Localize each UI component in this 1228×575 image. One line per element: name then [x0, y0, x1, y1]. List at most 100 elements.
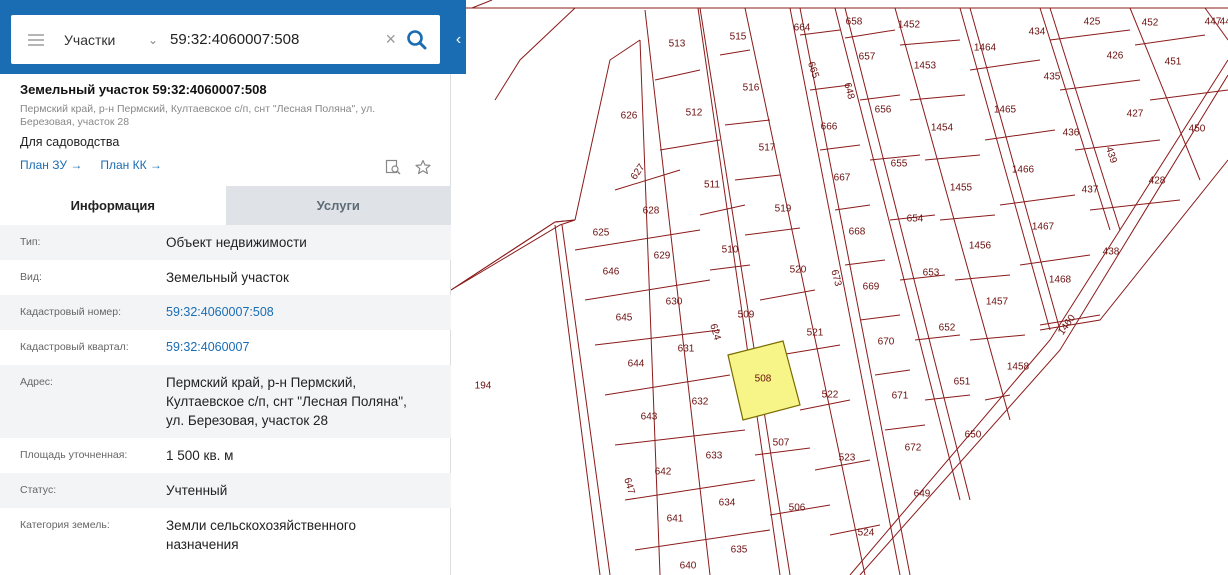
plot-label-1457[interactable]: 1457 — [986, 297, 1009, 308]
plot-label-626[interactable]: 626 — [621, 111, 638, 122]
cadastral-quarter-link[interactable]: 59:32:4060007 — [166, 330, 431, 365]
attr-key: Кадастровый квартал: — [20, 341, 129, 353]
cadastral-number-link[interactable]: 59:32:4060007:508 — [166, 295, 431, 330]
plot-label-651[interactable]: 651 — [954, 377, 971, 388]
plot-label-629[interactable]: 629 — [654, 251, 671, 262]
tab-info[interactable]: Информация — [0, 186, 226, 225]
plot-label-425[interactable]: 425 — [1084, 17, 1101, 28]
plot-label-1456[interactable]: 1456 — [969, 241, 992, 252]
plot-label-510[interactable]: 510 — [722, 245, 739, 256]
plot-label-508[interactable]: 508 — [755, 374, 772, 385]
plot-label-630[interactable]: 630 — [666, 297, 683, 308]
plot-label-668[interactable]: 668 — [849, 227, 866, 238]
plot-label-650[interactable]: 650 — [965, 430, 982, 441]
plot-label-194[interactable]: 194 — [475, 381, 492, 392]
plot-label-645[interactable]: 645 — [616, 313, 633, 324]
plot-label-521[interactable]: 521 — [807, 328, 824, 339]
plot-label-657[interactable]: 657 — [859, 52, 876, 63]
plot-label-643[interactable]: 643 — [641, 412, 658, 423]
plan-kk-link[interactable]: План КК → — [100, 158, 162, 172]
plot-label-653[interactable]: 653 — [923, 268, 940, 279]
plot-label-516[interactable]: 516 — [743, 83, 760, 94]
plot-label-655[interactable]: 655 — [891, 159, 908, 170]
star-icon[interactable] — [415, 159, 431, 175]
plot-label-511[interactable]: 511 — [704, 180, 720, 191]
plot-label-664[interactable]: 664 — [794, 23, 811, 34]
plot-label-1458[interactable]: 1458 — [1007, 362, 1030, 373]
plot-label-625[interactable]: 625 — [593, 228, 610, 239]
plot-label-515[interactable]: 515 — [730, 32, 747, 43]
plot-label-652[interactable]: 652 — [939, 323, 956, 334]
plot-label-427[interactable]: 427 — [1127, 109, 1144, 120]
plot-label-671[interactable]: 671 — [892, 391, 909, 402]
plot-label-1452[interactable]: 1452 — [898, 20, 921, 31]
plot-label-506[interactable]: 506 — [789, 503, 806, 514]
plot-label-628[interactable]: 628 — [643, 206, 660, 217]
plot-label-1465[interactable]: 1465 — [994, 105, 1017, 116]
plot-label-1454[interactable]: 1454 — [931, 123, 954, 134]
plot-label-632[interactable]: 632 — [692, 397, 709, 408]
plot-label-519[interactable]: 519 — [775, 204, 792, 215]
search-type-select[interactable]: Участки — [64, 32, 142, 48]
menu-icon[interactable] — [28, 33, 44, 46]
plot-label-666[interactable]: 666 — [821, 122, 838, 133]
plot-label-450[interactable]: 450 — [1189, 124, 1206, 135]
close-icon[interactable]: × — [385, 29, 396, 50]
plot-label-426[interactable]: 426 — [1107, 51, 1124, 62]
plot-label-646[interactable]: 646 — [603, 267, 620, 278]
plot-label-631[interactable]: 631 — [678, 344, 695, 355]
plot-label-1466[interactable]: 1466 — [1012, 165, 1035, 176]
plot-label-642[interactable]: 642 — [655, 467, 672, 478]
plot-label-523[interactable]: 523 — [839, 453, 856, 464]
plot-label-635[interactable]: 635 — [731, 545, 748, 556]
plot-label-1455[interactable]: 1455 — [950, 183, 973, 194]
address-line: Пермский край, р-н Пермский, — [166, 375, 357, 390]
attr-key: Кадастровый номер: — [20, 306, 122, 318]
search-icon[interactable] — [404, 27, 430, 53]
plot-label-435[interactable]: 435 — [1044, 72, 1061, 83]
plan-zu-link[interactable]: План ЗУ → — [20, 158, 82, 172]
plot-label-633[interactable]: 633 — [706, 451, 723, 462]
plot-label-634[interactable]: 634 — [719, 498, 736, 509]
plot-label-644[interactable]: 644 — [628, 359, 645, 370]
plot-label-522[interactable]: 522 — [822, 390, 839, 401]
plot-label-1464[interactable]: 1464 — [974, 43, 997, 54]
plot-label-438[interactable]: 438 — [1103, 247, 1120, 258]
plot-label-1468[interactable]: 1468 — [1049, 275, 1072, 286]
attr-row-kind: Вид: Земельный участок — [0, 260, 451, 295]
plot-label-654[interactable]: 654 — [907, 214, 924, 225]
search-input[interactable]: 59:32:4060007:508 — [170, 31, 385, 48]
attr-key: Статус: — [20, 484, 57, 496]
plot-label-524[interactable]: 524 — [858, 528, 875, 539]
plot-label-436[interactable]: 436 — [1063, 128, 1080, 139]
plot-label-1453[interactable]: 1453 — [914, 61, 937, 72]
plot-label-448[interactable]: 448 — [1220, 17, 1228, 28]
attr-value-category: Земли сельскохозяйственного назначения — [166, 508, 431, 570]
plot-label-520[interactable]: 520 — [790, 265, 807, 276]
attr-value-address: Пермский край, р-н Пермский, Култаевское… — [166, 365, 431, 438]
plot-label-451[interactable]: 451 — [1165, 57, 1182, 68]
tab-services[interactable]: Услуги — [225, 186, 451, 225]
plot-label-452[interactable]: 452 — [1142, 18, 1159, 29]
plot-label-667[interactable]: 667 — [834, 173, 851, 184]
plot-label-507[interactable]: 507 — [773, 438, 790, 449]
plot-label-428[interactable]: 428 — [1149, 176, 1166, 187]
plot-label-669[interactable]: 669 — [863, 282, 880, 293]
plot-label-640[interactable]: 640 — [680, 561, 697, 572]
plot-label-656[interactable]: 656 — [875, 105, 892, 116]
zoom-to-object-icon[interactable] — [385, 159, 401, 175]
plot-label-1467[interactable]: 1467 — [1032, 222, 1055, 233]
plot-label-513[interactable]: 513 — [669, 39, 686, 50]
plot-label-649[interactable]: 649 — [914, 489, 931, 500]
plot-label-509[interactable]: 509 — [738, 310, 755, 321]
collapse-panel-icon[interactable]: ‹ — [451, 25, 466, 55]
plot-label-512[interactable]: 512 — [686, 108, 703, 119]
plot-label-672[interactable]: 672 — [905, 443, 922, 454]
plot-label-434[interactable]: 434 — [1029, 27, 1046, 38]
plot-label-658[interactable]: 658 — [846, 17, 863, 28]
plot-label-517[interactable]: 517 — [759, 143, 776, 154]
plot-label-670[interactable]: 670 — [878, 337, 895, 348]
chevron-down-icon[interactable]: ⌄ — [148, 33, 170, 47]
plot-label-641[interactable]: 641 — [667, 514, 684, 525]
plot-label-437[interactable]: 437 — [1082, 185, 1099, 196]
